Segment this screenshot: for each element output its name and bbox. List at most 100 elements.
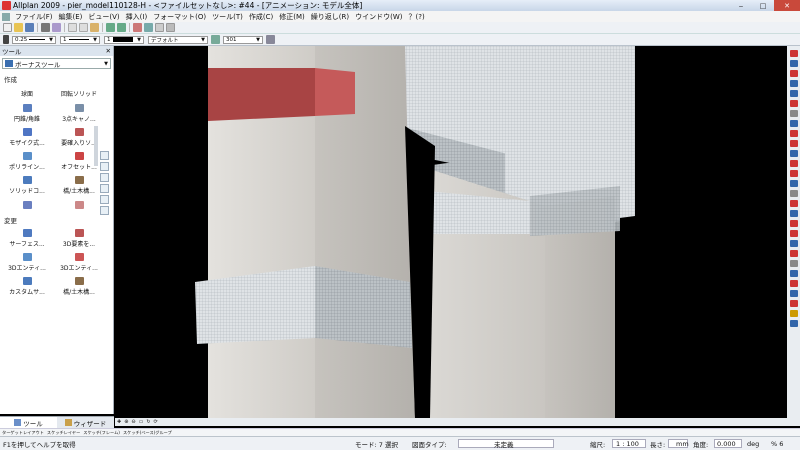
tool-custom-surface[interactable]: カスタムサ... [3,275,51,297]
format-extra-icon[interactable] [266,35,275,44]
menu-help[interactable]: ？(?) [406,12,428,22]
tool-3d-element[interactable]: 3D要素を... [55,227,103,249]
paste-icon[interactable] [90,23,99,32]
tool-icon[interactable] [789,300,798,307]
layer-tab[interactable]: ターゲットレイアウト [2,430,44,436]
menu-tools[interactable]: ツール(T) [209,12,246,22]
view-tool-icon[interactable] [100,195,109,204]
tool-icon[interactable] [789,130,798,137]
view-tool-icon[interactable] [100,184,109,193]
tool-icon[interactable] [789,310,798,317]
new-file-icon[interactable] [3,23,12,32]
tool-icon[interactable] [789,190,798,197]
layer-settings-icon[interactable] [211,35,220,44]
tool-solid-copy[interactable]: ソリッドコ... [3,174,51,196]
close-button[interactable]: ✕ [774,0,800,11]
undo-icon[interactable] [106,23,115,32]
tool-icon[interactable] [789,230,798,237]
tool-cone-pyramid[interactable]: 円錐/角錐 [3,102,51,124]
view-tool-icon[interactable] [100,206,109,215]
tool-icon[interactable] [789,140,798,147]
tool-icon[interactable] [789,260,798,267]
tool-icon[interactable] [789,220,798,227]
palette-module-select[interactable]: ボーナスツール ▼ [2,58,111,69]
document-icon[interactable] [2,12,10,21]
cut-icon[interactable] [68,23,77,32]
tool-icon[interactable] [789,170,798,177]
color-select[interactable]: 1 ▼ [104,35,144,44]
tool-polyline[interactable]: ポリライン... [3,150,51,172]
line-type-select[interactable]: 1 ▼ [60,35,100,44]
view-tool-icon[interactable] [100,173,109,182]
tool-icon[interactable] [789,120,798,127]
tool-three-point-canopy[interactable]: 3点キャノ... [55,102,103,124]
layer-tab[interactable]: スケッチ(ベース)グループ [123,430,172,436]
layer-tab[interactable]: スケッチ(フレーム) [83,430,120,436]
tool-surface[interactable]: サーフェス... [3,227,51,249]
tool-revolved-solid[interactable]: 回転ソリッド [55,86,103,100]
tool-icon[interactable] [789,280,798,287]
allplan-app-icon[interactable] [2,1,11,10]
menu-repeat[interactable]: 繰り返し(R) [308,12,352,22]
layer-select[interactable]: デフォルト ▼ [148,35,208,44]
tool-3d-entity-b[interactable]: 3Dエンティ... [55,251,103,273]
tool-icon[interactable] [789,160,798,167]
delete-icon[interactable] [133,23,142,32]
tool-icon[interactable] [789,240,798,247]
tool-extra-a[interactable] [3,198,51,212]
print-icon[interactable] [41,23,50,32]
rotate-icon[interactable]: ↻ [146,419,150,425]
tool-icon[interactable] [789,270,798,277]
tool-icon[interactable] [789,150,798,157]
3d-viewport[interactable] [115,46,787,418]
palette-scrollbar[interactable] [94,126,98,166]
layer-icon[interactable] [155,23,164,32]
tool-icon[interactable] [789,290,798,297]
menu-format[interactable]: フォーマット(O) [150,12,209,22]
palette-close-icon[interactable]: ✕ [106,47,111,55]
tool-mosaic[interactable]: モザイク式... [3,126,51,148]
tool-icon[interactable] [789,90,798,97]
tool-3d-entity-a[interactable]: 3Dエンティ... [3,251,51,273]
tab-tools[interactable]: ツール [0,417,57,428]
menu-modify[interactable]: 修正(M) [276,12,308,22]
tool-icon[interactable] [789,250,798,257]
tool-icon[interactable] [789,180,798,187]
zoom-out-icon[interactable]: ⊖ [131,419,135,425]
tool-icon[interactable] [789,80,798,87]
save-icon[interactable] [25,23,34,32]
tool-bridge-civil-modify[interactable]: 橋/土木構... [55,275,103,297]
menu-edit[interactable]: 編集(E) [56,12,86,22]
zoom-all-icon[interactable]: ▭ [139,419,144,425]
menu-insert[interactable]: 挿入(I) [123,12,151,22]
menu-window[interactable]: ウインドウ(W) [352,12,405,22]
maximize-button[interactable]: □ [752,0,774,11]
view-tool-icon[interactable] [100,151,109,160]
redraw-icon[interactable]: ⟳ [154,419,158,425]
redo-icon[interactable] [117,23,126,32]
menu-view[interactable]: ビュー(V) [85,12,122,22]
preview-icon[interactable] [52,23,61,32]
open-folder-icon[interactable] [14,23,23,32]
minimize-button[interactable]: ‒ [730,0,752,11]
menu-create[interactable]: 作成(C) [246,12,276,22]
properties-icon[interactable] [144,23,153,32]
view-tool-icon[interactable] [100,162,109,171]
tool-icon[interactable] [789,60,798,67]
number-select[interactable]: 301 ▼ [223,35,263,44]
menu-file[interactable]: ファイル(F) [12,12,56,22]
tab-wizard[interactable]: ウィザード [57,417,114,428]
tool-icon[interactable] [789,110,798,117]
window-icon[interactable] [166,23,175,32]
tool-extra-b[interactable] [55,198,103,212]
zoom-in-icon[interactable]: ⊕ [124,419,128,425]
tool-icon[interactable] [789,70,798,77]
tool-icon[interactable] [789,210,798,217]
pan-icon[interactable]: ✚ [117,419,121,425]
layer-tab[interactable]: スケッチレイヤー [47,430,80,436]
pen-icon[interactable] [3,35,9,44]
pen-thickness-select[interactable]: 0.25 ▼ [12,35,56,44]
tool-bridge-civil[interactable]: 橋/土木構... [55,174,103,196]
copy-icon[interactable] [79,23,88,32]
tool-sphere[interactable]: 球面 [3,86,51,100]
